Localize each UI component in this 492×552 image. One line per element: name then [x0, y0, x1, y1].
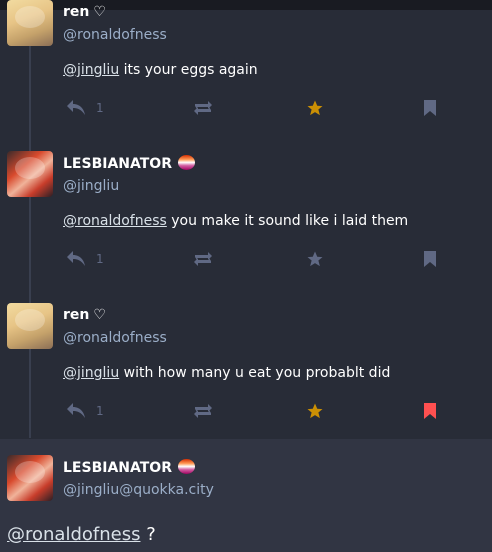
status-action-bar: 1	[63, 399, 443, 423]
status-action-bar: 1	[63, 247, 443, 271]
reply-all-icon	[67, 100, 85, 115]
reply-button[interactable]: 1	[67, 247, 104, 271]
boost-icon	[194, 101, 212, 115]
boost-button[interactable]	[192, 247, 214, 271]
account-handle[interactable]: @jingliu@quokka.city	[63, 482, 214, 498]
lesbian-flag-emoji	[177, 155, 195, 170]
avatar-ren[interactable]	[7, 0, 53, 46]
status-content: @jingliu with how many u eat you probabl…	[63, 365, 391, 381]
status-action-bar: 1	[63, 96, 443, 120]
avatar-ren[interactable]	[7, 303, 53, 349]
bookmark-icon	[424, 251, 436, 267]
mention-link[interactable]: @ronaldofness	[63, 213, 167, 229]
mention-link[interactable]: @ronaldofness	[7, 524, 140, 545]
reply-button[interactable]: 1	[67, 399, 104, 423]
mention-link[interactable]: @jingliu	[63, 62, 119, 78]
focused-status-content: @ronaldofness ?	[7, 524, 156, 545]
thread-connector-line	[29, 40, 31, 438]
reply-count: 1	[96, 101, 104, 115]
star-icon	[307, 403, 323, 419]
avatar-lesbianator[interactable]	[7, 151, 53, 197]
avatar-lesbianator[interactable]	[7, 455, 53, 501]
display-name[interactable]: ren ♡	[63, 4, 106, 20]
focused-status[interactable]: LESBIANATOR @jingliu@quokka.city @ronald…	[0, 439, 492, 552]
lesbian-flag-emoji	[177, 459, 195, 474]
account-handle[interactable]: @jingliu	[63, 178, 119, 194]
boost-button[interactable]	[192, 96, 214, 120]
star-icon	[307, 100, 323, 116]
display-name[interactable]: ren ♡	[63, 307, 106, 323]
bookmark-button[interactable]	[423, 247, 437, 271]
boost-icon	[194, 404, 212, 418]
star-icon	[307, 251, 323, 267]
bookmark-icon	[424, 100, 436, 116]
favourite-button[interactable]	[306, 399, 324, 423]
reply-count: 1	[96, 404, 104, 418]
display-name[interactable]: LESBIANATOR	[63, 155, 195, 172]
favourite-button[interactable]	[306, 247, 324, 271]
account-handle[interactable]: @ronaldofness	[63, 330, 167, 346]
account-handle[interactable]: @ronaldofness	[63, 27, 167, 43]
favourite-button[interactable]	[306, 96, 324, 120]
reply-all-icon	[67, 403, 85, 418]
bookmark-icon	[424, 403, 436, 419]
boost-icon	[194, 252, 212, 266]
status-content: @jingliu its your eggs again	[63, 62, 258, 78]
reply-button[interactable]: 1	[67, 96, 104, 120]
bookmark-button[interactable]	[423, 399, 437, 423]
mention-link[interactable]: @jingliu	[63, 365, 119, 381]
bookmark-button[interactable]	[423, 96, 437, 120]
reply-all-icon	[67, 251, 85, 266]
heart-icon: ♡	[93, 307, 106, 323]
reply-count: 1	[96, 252, 104, 266]
boost-button[interactable]	[192, 399, 214, 423]
status-content: @ronaldofness you make it sound like i l…	[63, 213, 409, 229]
heart-icon: ♡	[93, 4, 106, 20]
display-name[interactable]: LESBIANATOR	[63, 459, 195, 476]
